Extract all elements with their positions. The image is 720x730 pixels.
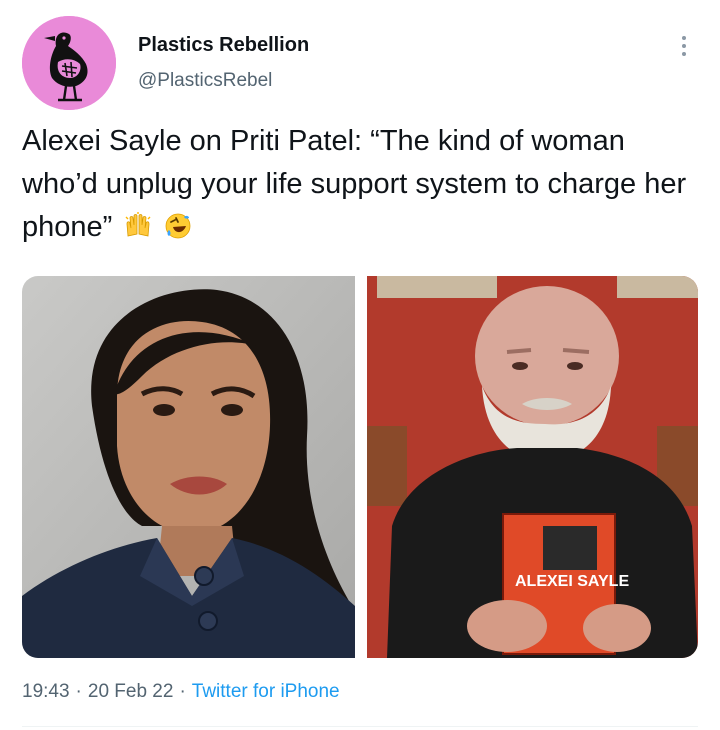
rolling-laughing-emoji-icon [164, 212, 192, 240]
book-title-text: ALEXEI SAYLE [515, 573, 629, 590]
more-dots-icon [682, 36, 686, 40]
meta-separator: · [75, 681, 82, 702]
tweet-meta: 19:43 · 20 Feb 22 · Twitter for iPhone [22, 681, 340, 703]
tweet-date[interactable]: 20 Feb 22 [88, 681, 174, 702]
meta-separator: · [179, 681, 186, 702]
tweet-text-content: Alexei Sayle on Priti Patel: “The kind o… [22, 125, 687, 243]
tweet-media[interactable]: ALEXEI SAYLE [22, 276, 698, 658]
divider [22, 726, 698, 727]
avatar[interactable] [22, 16, 116, 110]
photo-alexei-sayle[interactable]: ALEXEI SAYLE [367, 276, 698, 658]
tweet-source-link[interactable]: Twitter for iPhone [192, 681, 340, 702]
tweet-text: Alexei Sayle on Priti Patel: “The kind o… [22, 120, 702, 249]
author-display-name[interactable]: Plastics Rebellion [138, 34, 309, 57]
more-options-button[interactable] [672, 30, 696, 62]
bird-skeleton-logo-icon [22, 16, 116, 110]
tweet-time[interactable]: 19:43 [22, 681, 70, 702]
author-handle[interactable]: @PlasticsRebel [138, 70, 272, 92]
tweet: Plastics Rebellion @PlasticsRebel Alexei… [0, 0, 720, 730]
photo-priti-patel[interactable] [22, 276, 355, 658]
raising-hands-emoji-icon [124, 212, 152, 240]
